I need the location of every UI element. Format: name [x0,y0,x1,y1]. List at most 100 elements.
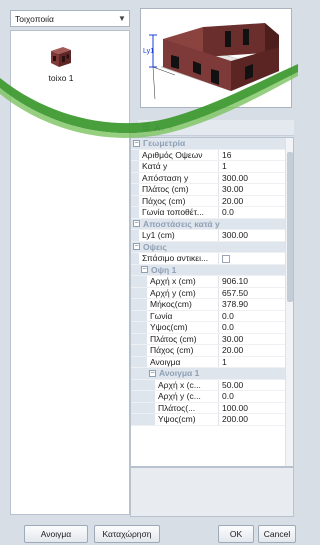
grid-row-gutter [131,149,139,160]
wall-3d-preview: Ly1 [140,8,292,108]
grid-property-row[interactable]: Πλάτος (cm) 30.00 [131,333,293,345]
grid-property-row[interactable]: Αρχή y (c... 0.0 [131,391,293,403]
grid-category-label: Γεωμετρία [143,138,186,149]
ok-button[interactable]: OK [218,525,254,543]
grid-row-gutter [131,184,139,195]
grid-property-row[interactable]: Πάχος (cm) 20.00 [131,345,293,357]
list-item-label: toixo 1 [48,73,74,83]
grid-property-row[interactable]: Αρχή x (cm) 906.10 [131,276,293,288]
grid-property-value[interactable] [219,253,230,263]
grid-property-row[interactable]: Γωνία τοποθέτ... 0.0 [131,207,293,219]
grid-row-gutter [131,299,147,310]
grid-row-gutter [131,356,147,367]
grid-property-value[interactable]: 50.00 [219,380,243,390]
collapse-icon[interactable]: − [133,220,140,228]
grid-property-value[interactable]: 20.00 [219,196,243,206]
grid-property-row[interactable]: Μήκος(cm) 378.90 [131,299,293,311]
grid-property-value[interactable]: 378.90 [219,299,248,309]
grid-property-name: Αρχή x (cm) [147,276,219,287]
grid-property-row[interactable]: Υψος(cm) 200.00 [131,414,293,426]
grid-property-row[interactable]: Πλάτος(... 100.00 [131,402,293,414]
grid-row-gutter [131,287,147,298]
grid-row-gutter [131,253,139,264]
grid-property-row[interactable]: Κατά y1 [131,161,293,173]
grid-property-value[interactable]: 20.00 [219,345,243,355]
grid-scrollbar[interactable] [285,138,293,466]
grid-property-row[interactable]: Πάχος (cm) 20.00 [131,195,293,207]
collapse-icon[interactable]: − [133,139,140,147]
list-item[interactable]: toixo 1 [31,41,91,83]
wall-type-combo[interactable]: Τοιχοποιία ▼ [10,10,130,27]
grid-property-value[interactable]: 300.00 [219,173,248,183]
grid-row-gutter [131,414,155,425]
grid-property-row[interactable]: Απόσταση y 300.00 [131,172,293,184]
wall-type-combo-value: Τοιχοποιία [15,13,54,24]
grid-category-row[interactable]: − Οψεις [131,241,293,253]
grid-property-value[interactable]: 30.00 [219,334,243,344]
grid-property-row[interactable]: Πλάτος (cm) 30.00 [131,184,293,196]
grid-property-name: Υψος(cm) [147,322,219,333]
grid-property-value[interactable]: 300.00 [219,230,248,240]
grid-property-name: Πάχος (cm) [139,195,219,206]
description-panel [130,467,294,517]
grid-category-row[interactable]: − Οψη 1 [131,264,293,276]
grid-category-row[interactable]: − Ανοιγμα 1 [131,368,293,380]
collapse-icon[interactable]: − [141,266,148,274]
property-pages-icon[interactable]: ▫ [169,123,172,133]
grid-property-row[interactable]: Σπάσιμο αντικει... [131,253,293,265]
grid-category-label: Αποστάσεις κατά y [143,218,220,229]
grid-row-gutter [131,345,147,356]
grid-row-gutter [131,379,155,390]
grid-property-value[interactable]: 0.0 [219,207,234,217]
grid-property-name: Πλάτος(... [155,402,219,413]
grid-property-row[interactable]: Αρχή x (c... 50.00 [131,379,293,391]
grid-property-name: Ανοιγμα [147,356,219,367]
grid-property-value[interactable]: 906.10 [219,276,248,286]
cancel-button[interactable]: Cancel [258,525,296,543]
grid-row-gutter [131,391,155,402]
register-button[interactable]: Καταχώρηση [94,525,160,543]
checkbox-icon[interactable] [222,255,230,263]
grid-property-value[interactable]: 657.50 [219,288,248,298]
grid-property-value[interactable]: 100.00 [219,403,248,413]
grid-property-value[interactable]: 1 [219,161,227,171]
chevron-down-icon[interactable]: ▼ [115,11,129,26]
grid-property-name: Πάχος (cm) [147,345,219,356]
grid-row-gutter [131,161,139,172]
grid-row-gutter [131,230,139,241]
grid-property-value[interactable]: 30.00 [219,184,243,194]
grid-property-name: Κατά y [139,161,219,172]
grid-property-name: Αρχή y (c... [155,391,219,402]
scrollbar-thumb[interactable] [287,152,293,302]
grid-property-name: Αριθμός Οψεων [139,149,219,160]
sort-alpha-button[interactable]: A↓ [154,123,165,133]
grid-property-value[interactable]: 0.0 [219,391,234,401]
grid-property-row[interactable]: Ανοιγμα 1 [131,356,293,368]
grid-category-label: Οψεις [143,241,167,252]
collapse-icon[interactable]: − [133,243,140,251]
grid-property-row[interactable]: Ly1 (cm) 300.00 [131,230,293,242]
grid-property-value[interactable]: 0.0 [219,322,234,332]
grid-property-value[interactable]: 200.00 [219,414,248,424]
grid-property-value[interactable]: 0.0 [219,311,234,321]
grid-property-name: Γωνία [147,310,219,321]
grid-row-gutter [131,402,155,413]
wall-thumbnail-icon [47,41,75,69]
grid-category-row[interactable]: − Γεωμετρία [131,138,293,150]
grid-property-row[interactable]: Υψος(cm) 0.0 [131,322,293,334]
grid-property-name: Απόσταση y [139,172,219,183]
grid-property-value[interactable]: 16 [219,150,231,160]
collapse-icon[interactable]: − [149,369,156,377]
sort-categorized-icon[interactable]: ☰ [142,122,150,133]
grid-property-row[interactable]: Γωνία 0.0 [131,310,293,322]
grid-category-row[interactable]: − Αποστάσεις κατά y [131,218,293,230]
wall-list: toixo 1 [10,30,130,515]
open-button[interactable]: Ανοιγμα [24,525,88,543]
grid-property-row[interactable]: Αρχή y (cm) 657.50 [131,287,293,299]
axis-label: Ly1 [143,48,154,55]
grid-property-name: Αρχή y (cm) [147,287,219,298]
grid-property-row[interactable]: Αριθμός Οψεων 16 [131,149,293,161]
grid-toolbar: ☰ A↓ ▫ [138,120,294,136]
grid-property-name: Μήκος(cm) [147,299,219,310]
grid-property-value[interactable]: 1 [219,357,227,367]
